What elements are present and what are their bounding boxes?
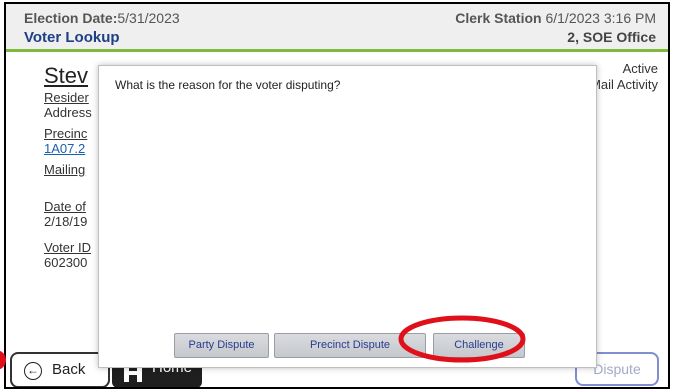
voter-id-label: Voter ID (44, 240, 91, 255)
header-bar: Election Date:5/31/2023 Voter Lookup Cle… (6, 4, 668, 52)
app-window: Election Date:5/31/2023 Voter Lookup Cle… (4, 2, 670, 389)
address-value: Address (44, 105, 92, 120)
status-badge: Active (622, 61, 658, 76)
precinct-dispute-button[interactable]: Precinct Dispute (274, 333, 426, 358)
page-title: Voter Lookup (24, 29, 120, 46)
dialog-question: What is the reason for the voter disputi… (115, 78, 341, 92)
party-dispute-button[interactable]: Party Dispute (174, 333, 269, 358)
back-arrow-icon: ← (24, 362, 42, 380)
voter-id-value: 602300 (44, 255, 88, 270)
election-date: Election Date:5/31/2023 (24, 10, 180, 26)
dispute-reason-dialog: What is the reason for the voter disputi… (98, 65, 597, 368)
dob-value: 2/18/19 (44, 214, 88, 229)
mail-activity-link[interactable]: Mail Activity (590, 77, 658, 92)
precinct-link[interactable]: 1A07.2 (44, 141, 85, 156)
station-info: Clerk Station 6/1/2023 3:16 PM (455, 10, 656, 26)
challenge-button[interactable]: Challenge (433, 333, 525, 358)
back-label: Back (52, 361, 86, 378)
mailing-label: Mailing (44, 162, 86, 177)
station-location: 2, SOE Office (567, 29, 656, 45)
voter-name: Stev (44, 63, 89, 88)
precinct-label: Precinc (44, 126, 88, 141)
back-button[interactable]: ← Back (10, 352, 110, 387)
residence-label: Resider (44, 90, 89, 105)
dob-label: Date of (44, 199, 86, 214)
